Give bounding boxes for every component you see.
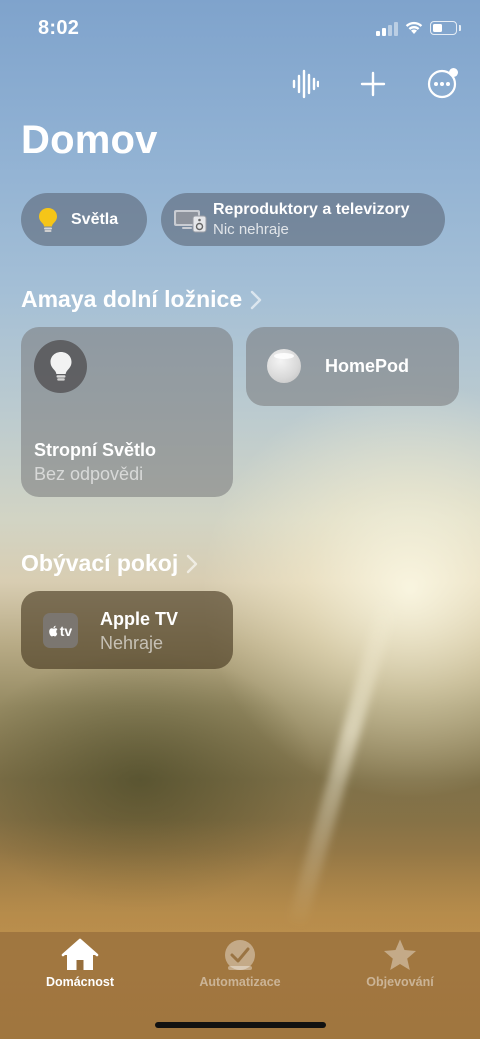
intercom-button[interactable]: [285, 64, 325, 104]
accessory-name: Apple TV: [100, 609, 179, 629]
room-header-bedroom[interactable]: Amaya dolní ložnice: [21, 286, 262, 313]
home-screen: 8:02 Domov Světla Reproduktory a televiz…: [0, 0, 480, 1039]
bulb-icon: [39, 207, 57, 232]
tab-automation[interactable]: Automatizace: [170, 938, 310, 989]
speakers-chip-status: Nic nehraje: [213, 221, 289, 238]
speakers-tvs-chip[interactable]: Reproduktory a televizory Nic nehraje: [161, 193, 445, 246]
lights-chip[interactable]: Světla: [21, 193, 147, 246]
cellular-signal-icon: [376, 22, 400, 36]
room-title: Amaya dolní ložnice: [21, 286, 243, 312]
home-indicator[interactable]: [155, 1022, 326, 1028]
battery-icon: [430, 21, 457, 35]
waveform-icon: [292, 69, 319, 99]
house-icon: [61, 938, 99, 970]
accessory-tile-homepod[interactable]: HomePod: [246, 327, 459, 406]
wifi-icon: [405, 21, 423, 34]
accessory-tile-ceiling-light[interactable]: Stropní Světlo Bez odpovědi: [21, 327, 233, 497]
accessory-name: HomePod: [325, 356, 410, 376]
appletv-badge-text: tv: [59, 622, 73, 639]
tab-discover[interactable]: Objevování: [330, 938, 470, 989]
tab-label: Automatizace: [199, 975, 281, 989]
accessory-name: Stropní Světlo: [34, 440, 157, 460]
lights-chip-label: Světla: [71, 210, 119, 228]
accessory-tile-apple-tv[interactable]: tv Apple TV Nehraje: [21, 591, 233, 669]
page-title: Domov: [21, 118, 158, 162]
star-icon: [384, 939, 416, 970]
accessory-status: Bez odpovědi: [34, 464, 144, 484]
room-title: Obývací pokoj: [21, 550, 179, 576]
tab-label: Objevování: [366, 975, 434, 989]
speakers-chip-label: Reproduktory a televizory: [213, 201, 410, 218]
more-button[interactable]: [422, 64, 462, 104]
bulb-icon: [50, 351, 71, 381]
status-time: 8:02: [38, 17, 80, 39]
room-header-living-room[interactable]: Obývací pokoj: [21, 550, 198, 577]
bulb-icon-circle: [34, 340, 87, 393]
tab-label: Domácnost: [45, 975, 115, 989]
apple-logo-icon: [48, 625, 58, 636]
plus-icon: [360, 71, 386, 97]
accessory-status: Nehraje: [100, 633, 164, 653]
chevron-right-icon: [187, 554, 198, 573]
clock-check-icon: [225, 940, 255, 970]
status-bar: 8:02: [0, 0, 480, 60]
homepod-icon: [267, 349, 301, 383]
tab-home[interactable]: Domácnost: [10, 938, 150, 989]
appletv-icon: tv: [43, 613, 78, 648]
add-button[interactable]: [353, 64, 393, 104]
speaker-tv-icon: [174, 209, 207, 232]
notification-badge: [449, 68, 458, 77]
chevron-right-icon: [250, 290, 262, 309]
